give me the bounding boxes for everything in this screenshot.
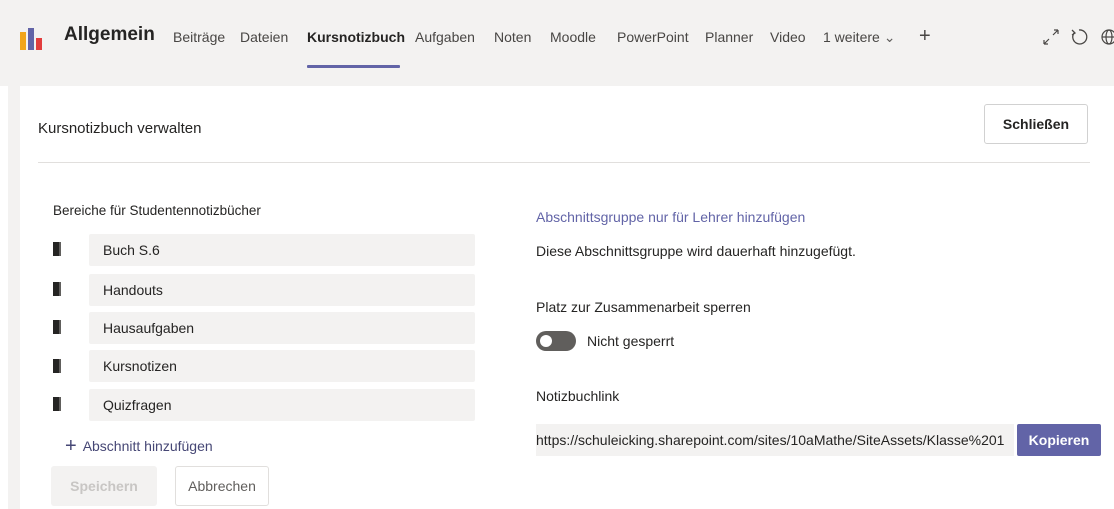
tab-moodle[interactable]: Moodle bbox=[550, 29, 596, 45]
lock-state-text: Nicht gesperrt bbox=[587, 333, 675, 349]
copy-button[interactable]: Kopieren bbox=[1017, 424, 1101, 456]
drag-handle-icon[interactable] bbox=[53, 320, 61, 334]
tab-planner[interactable]: Planner bbox=[705, 29, 753, 45]
save-button[interactable]: Speichern bbox=[51, 466, 157, 506]
plus-icon: + bbox=[65, 435, 77, 457]
notebook-link-field[interactable]: https://schuleicking.sharepoint.com/site… bbox=[536, 424, 1014, 456]
drag-handle-icon[interactable] bbox=[53, 359, 61, 373]
section-field[interactable]: Kursnotizen bbox=[89, 350, 475, 382]
drag-handle-icon[interactable] bbox=[53, 282, 61, 296]
toggle-knob bbox=[540, 335, 552, 347]
add-section-button[interactable]: + Abschnitt hinzufügen bbox=[65, 435, 213, 457]
refresh-icon[interactable] bbox=[1068, 26, 1090, 48]
tab-noten[interactable]: Noten bbox=[494, 29, 531, 45]
teacher-section-group-description: Diese Abschnittsgruppe wird dauerhaft hi… bbox=[536, 243, 856, 259]
lock-collaboration-toggle[interactable] bbox=[536, 331, 576, 351]
drag-handle-icon[interactable] bbox=[53, 242, 61, 256]
student-sections-label: Bereiche für Studentennotizbücher bbox=[53, 203, 261, 218]
section-field[interactable]: Quizfragen bbox=[89, 389, 475, 421]
cancel-button[interactable]: Abbrechen bbox=[175, 466, 269, 506]
app-logo-icon bbox=[18, 26, 46, 52]
add-tab-button[interactable]: + bbox=[919, 25, 931, 48]
channel-header: Allgemein Beiträge Dateien Kursnotizbuch… bbox=[0, 0, 1114, 74]
manage-notebook-panel: Kursnotizbuch verwalten Schließen Bereic… bbox=[20, 86, 1114, 509]
section-field[interactable]: Hausaufgaben bbox=[89, 312, 475, 344]
lock-collaboration-label: Platz zur Zusammenarbeit sperren bbox=[536, 299, 751, 315]
expand-icon[interactable] bbox=[1040, 26, 1062, 48]
globe-icon[interactable] bbox=[1098, 26, 1114, 48]
notebook-link-label: Notizbuchlink bbox=[536, 388, 620, 404]
tab-dateien[interactable]: Dateien bbox=[240, 29, 288, 45]
add-teacher-section-group-link[interactable]: Abschnittsgruppe nur für Lehrer hinzufüg… bbox=[536, 209, 805, 225]
tab-more-label: 1 weitere bbox=[823, 29, 880, 45]
divider bbox=[38, 162, 1090, 163]
close-button[interactable]: Schließen bbox=[984, 104, 1088, 144]
channel-name: Allgemein bbox=[64, 24, 155, 45]
left-edge bbox=[0, 86, 8, 509]
chevron-down-icon: ⌄ bbox=[883, 29, 896, 45]
active-tab-indicator bbox=[307, 65, 400, 68]
section-field[interactable]: Handouts bbox=[89, 274, 475, 306]
panel-title: Kursnotizbuch verwalten bbox=[38, 120, 202, 137]
tab-powerpoint[interactable]: PowerPoint bbox=[617, 29, 689, 45]
drag-handle-icon[interactable] bbox=[53, 397, 61, 411]
add-section-label: Abschnitt hinzufügen bbox=[82, 438, 213, 454]
tab-video[interactable]: Video bbox=[770, 29, 806, 45]
tab-kursnotizbuch[interactable]: Kursnotizbuch bbox=[307, 29, 405, 45]
tab-beitraege[interactable]: Beiträge bbox=[173, 29, 225, 45]
section-field[interactable]: Buch S.6 bbox=[89, 234, 475, 266]
tab-aufgaben[interactable]: Aufgaben bbox=[415, 29, 475, 45]
tab-more[interactable]: 1 weitere ⌄ bbox=[823, 29, 895, 46]
